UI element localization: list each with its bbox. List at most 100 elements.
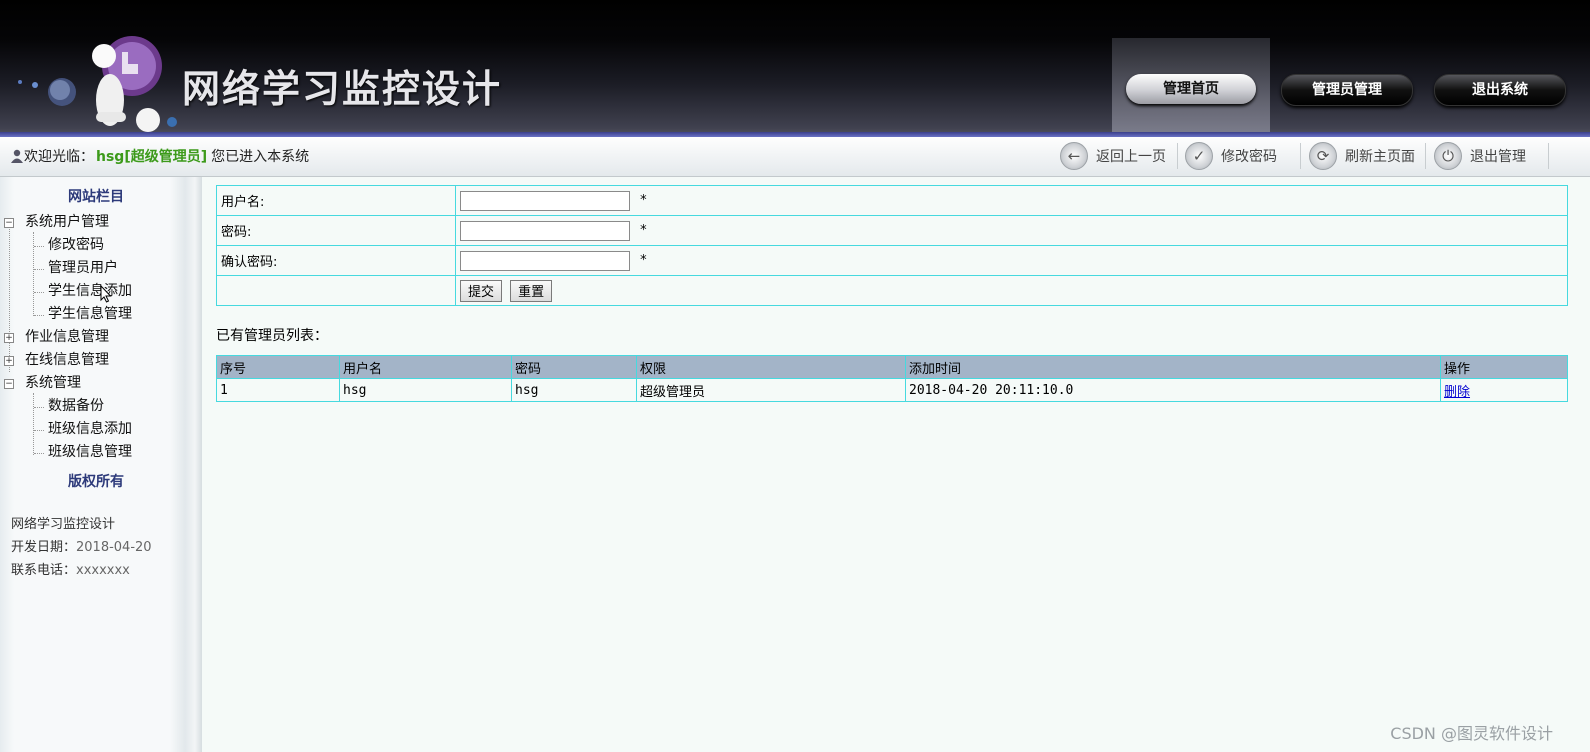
- sidebar-group-label: 作业信息管理: [25, 329, 109, 345]
- table-header-row: 序号 用户名 密码 权限 添加时间 操作: [216, 355, 1568, 379]
- collapse-icon[interactable]: −: [4, 218, 14, 228]
- sidebar-group-system[interactable]: − 系统管理: [0, 373, 81, 393]
- power-icon: ⏻: [1434, 142, 1462, 170]
- info-dev-date: 开发日期：2018-04-20: [11, 536, 152, 555]
- exit-admin-label: 退出管理: [1470, 149, 1526, 165]
- mouse-cursor-icon: [100, 285, 112, 303]
- cell-action: 删除: [1440, 378, 1568, 402]
- cell-role: 超级管理员: [636, 378, 906, 402]
- info-site-name: 网络学习监控设计: [11, 517, 116, 532]
- sidebar-item-student-manage[interactable]: 学生信息管理: [48, 304, 132, 324]
- col-header-no: 序号: [216, 355, 340, 379]
- info-phone: 联系电话：xxxxxxx: [11, 559, 130, 578]
- refresh-main-button[interactable]: ⟳ 刷新主页面: [1309, 141, 1415, 171]
- toolbar-separator: [1300, 143, 1301, 169]
- tree-branch: [34, 430, 44, 431]
- user-icon: [11, 149, 23, 163]
- confirm-password-label: 确认密码:: [216, 245, 456, 276]
- back-label: 返回上一页: [1096, 149, 1166, 165]
- admin-list-table: 序号 用户名 密码 权限 添加时间 操作 1 hsg hsg 超级管理员 201…: [216, 355, 1568, 402]
- sidebar-group-online[interactable]: + 在线信息管理: [0, 350, 109, 370]
- sidebar: 网站栏目 − 系统用户管理 修改密码 管理员用户 学生信息添加 学生信息管理 +…: [0, 177, 202, 752]
- col-header-role: 权限: [636, 355, 906, 379]
- reset-button[interactable]: 重置: [510, 279, 553, 302]
- tree-branch: [34, 246, 44, 247]
- tree-line: [33, 393, 34, 455]
- info-phone-value: xxxxxxx: [76, 563, 130, 578]
- welcome-message: 欢迎光临： hsg[超级管理员] 您已进入本系统: [10, 146, 309, 166]
- toolbar-separator: [1425, 143, 1426, 169]
- sidebar-item-class-add[interactable]: 班级信息添加: [48, 419, 132, 439]
- cell-added: 2018-04-20 20:11:10.0: [905, 378, 1441, 402]
- actions-cell: 提交 重置: [455, 275, 1568, 306]
- required-mark: *: [640, 193, 647, 208]
- admin-list-title: 已有管理员列表：: [216, 328, 328, 344]
- admin-form: 用户名: * 密码: * 确认密码: * 提交 重置: [216, 185, 1568, 306]
- confirm-cell: *: [455, 245, 1568, 276]
- back-arrow-icon: ←: [1060, 142, 1088, 170]
- tree-line: [33, 232, 34, 316]
- required-mark: *: [640, 253, 647, 268]
- submit-button[interactable]: 提交: [460, 279, 503, 302]
- welcome-bar: 欢迎光临： hsg[超级管理员] 您已进入本系统 ← 返回上一页 ✓ 修改密码 …: [0, 137, 1590, 177]
- sidebar-group-homework[interactable]: + 作业信息管理: [0, 327, 109, 347]
- sidebar-group-label: 在线信息管理: [25, 352, 109, 368]
- password-label: 密码:: [216, 215, 456, 246]
- form-row-password: 密码: *: [216, 215, 1568, 246]
- collapse-icon[interactable]: −: [4, 379, 14, 389]
- form-row-actions: 提交 重置: [216, 275, 1568, 306]
- table-row: 1 hsg hsg 超级管理员 2018-04-20 20:11:10.0 删除: [216, 378, 1568, 402]
- sidebar-item-class-manage[interactable]: 班级信息管理: [48, 442, 132, 462]
- exit-admin-button[interactable]: ⏻ 退出管理: [1434, 141, 1526, 171]
- header-banner: 网络学习监控设计 管理首页 管理员管理 退出系统: [0, 0, 1590, 132]
- site-title: 网络学习监控设计: [182, 66, 503, 111]
- refresh-icon: ⟳: [1309, 142, 1337, 170]
- nav-home-button[interactable]: 管理首页: [1126, 74, 1256, 104]
- sidebar-group-label: 系统用户管理: [25, 214, 109, 230]
- col-header-password: 密码: [511, 355, 637, 379]
- watermark: CSDN @图灵软件设计: [1390, 724, 1553, 743]
- nav-logout-button[interactable]: 退出系统: [1434, 74, 1566, 106]
- confirm-password-input[interactable]: [460, 250, 630, 271]
- change-password-button[interactable]: ✓ 修改密码: [1185, 141, 1277, 171]
- main-content: 用户名: * 密码: * 确认密码: * 提交 重置 已有管理员列表： 序号 用…: [203, 177, 1590, 752]
- sidebar-item-backup[interactable]: 数据备份: [48, 396, 104, 416]
- back-button[interactable]: ← 返回上一页: [1060, 141, 1166, 171]
- change-password-label: 修改密码: [1221, 149, 1277, 165]
- sidebar-item-admin-users[interactable]: 管理员用户: [48, 258, 118, 278]
- password-cell: *: [455, 215, 1568, 246]
- cell-password: hsg: [511, 378, 637, 402]
- nav-admin-manage-button[interactable]: 管理员管理: [1281, 74, 1413, 106]
- expand-icon[interactable]: +: [4, 356, 14, 366]
- info-date-value: 2018-04-20: [76, 540, 152, 555]
- form-row-username: 用户名: *: [216, 185, 1568, 216]
- toolbar-separator: [1548, 143, 1549, 169]
- tree-branch: [34, 453, 44, 454]
- delete-link[interactable]: 删除: [1444, 385, 1470, 400]
- col-header-action: 操作: [1440, 355, 1568, 379]
- current-user: hsg[超级管理员]: [96, 149, 208, 165]
- sidebar-item-student-add[interactable]: 学生信息添加: [48, 281, 132, 301]
- form-row-confirm: 确认密码: *: [216, 245, 1568, 276]
- col-header-added: 添加时间: [905, 355, 1441, 379]
- info-date-label: 开发日期：: [11, 540, 77, 555]
- sidebar-group-system-users[interactable]: − 系统用户管理: [0, 212, 109, 232]
- col-header-username: 用户名: [339, 355, 512, 379]
- username-label: 用户名:: [216, 185, 456, 216]
- required-mark: *: [640, 223, 647, 238]
- copyright-title: 版权所有: [68, 474, 124, 490]
- username-cell: *: [455, 185, 1568, 216]
- toolbar-separator: [1177, 143, 1178, 169]
- cell-no: 1: [216, 378, 340, 402]
- refresh-label: 刷新主页面: [1345, 149, 1415, 165]
- cell-username: hsg: [339, 378, 512, 402]
- sidebar-item-change-password[interactable]: 修改密码: [48, 235, 104, 255]
- tree-branch: [34, 292, 44, 293]
- username-input[interactable]: [460, 190, 630, 211]
- welcome-suffix: 您已进入本系统: [211, 149, 310, 165]
- password-input[interactable]: [460, 220, 630, 241]
- sidebar-title: 网站栏目: [68, 189, 124, 205]
- mascot-logo-icon: [18, 36, 177, 132]
- welcome-prefix: 欢迎光临：: [24, 149, 94, 165]
- expand-icon[interactable]: +: [4, 333, 14, 343]
